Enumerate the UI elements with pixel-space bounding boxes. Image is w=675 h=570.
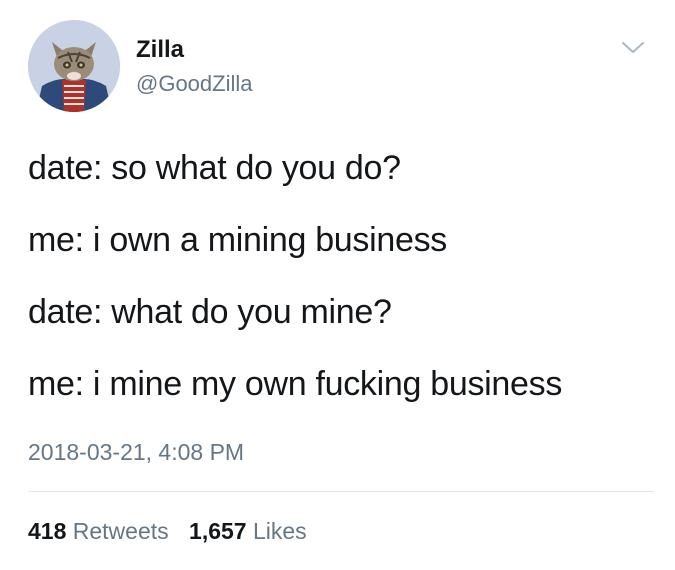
chevron-down-icon[interactable] <box>620 38 646 58</box>
tweet-stats: 418 Retweets 1,657 Likes <box>28 516 321 546</box>
user-handle[interactable]: @GoodZilla <box>136 70 253 98</box>
tweet-header: Zilla @GoodZilla <box>28 20 648 112</box>
retweets-label: Retweets <box>72 518 169 544</box>
display-name[interactable]: Zilla <box>136 36 253 64</box>
retweets-stat[interactable]: 418 Retweets <box>28 516 169 546</box>
tweet-line: date: so what do you do? <box>28 149 401 187</box>
cat-avatar-icon <box>28 20 120 112</box>
divider <box>28 491 654 492</box>
tweet-card: Zilla @GoodZilla date: so what do you do… <box>0 0 675 570</box>
likes-stat[interactable]: 1,657 Likes <box>189 516 307 546</box>
author-names: Zilla @GoodZilla <box>136 36 253 98</box>
tweet-line: me: i own a mining business <box>28 221 447 259</box>
tweet-line: me: i mine my own fucking business <box>28 365 563 403</box>
avatar[interactable] <box>28 20 120 112</box>
likes-count: 1,657 <box>189 518 247 544</box>
retweets-count: 418 <box>28 518 67 544</box>
tweet-line: date: what do you mine? <box>28 293 392 331</box>
tweet-timestamp[interactable]: 2018-03-21, 4:08 PM <box>28 438 244 466</box>
likes-label: Likes <box>252 518 307 544</box>
tweet-text: date: so what do you do? me: i own a min… <box>28 148 648 436</box>
